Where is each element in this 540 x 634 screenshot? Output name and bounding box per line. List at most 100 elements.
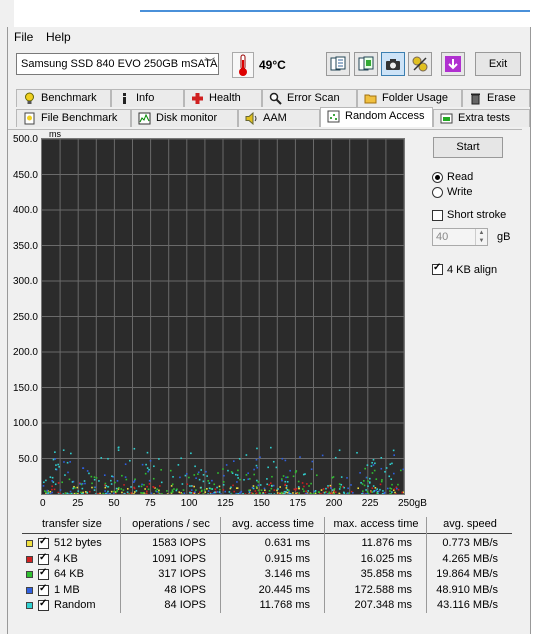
tab-error-scan[interactable]: Error Scan: [262, 89, 357, 107]
scatter-point: [219, 488, 221, 491]
short-stroke-checkbox[interactable]: [432, 210, 443, 221]
column-header: avg. access time: [232, 518, 314, 530]
scatter-point: [77, 490, 80, 492]
avg-access-cell: 3.146 ms: [264, 568, 310, 580]
scatter-point: [238, 457, 241, 460]
scatter-point: [53, 488, 56, 491]
ops-cell: 317 IOPS: [158, 568, 206, 580]
camera-icon: [386, 59, 400, 70]
tab-disk-monitor[interactable]: Disk monitor: [131, 109, 238, 127]
scatter-point: [288, 491, 291, 493]
series-visibility-checkbox[interactable]: [38, 567, 49, 580]
lightbulb-icon: [25, 92, 34, 104]
spinner-arrows-icon[interactable]: ▲ ▼: [475, 229, 487, 245]
series-visibility-checkbox[interactable]: [38, 536, 49, 549]
scatter-point: [202, 474, 205, 476]
align-4kb-checkbox[interactable]: [432, 262, 443, 275]
options-button[interactable]: [408, 52, 432, 76]
tab-benchmark[interactable]: Benchmark: [16, 89, 111, 107]
ops-cell: 48 IOPS: [164, 583, 206, 596]
scatter-point: [232, 460, 235, 462]
write-radio[interactable]: [432, 187, 443, 198]
scatter-point: [88, 490, 91, 493]
scatter-point: [216, 486, 218, 489]
tab-extra-tests[interactable]: Extra tests: [433, 109, 530, 127]
scatter-point: [365, 476, 368, 479]
scatter-point: [192, 491, 195, 494]
speed-cell: 48.910 MB/s: [436, 583, 498, 596]
save-button[interactable]: [441, 52, 465, 76]
scatter-point: [202, 493, 204, 494]
tab-label: Folder Usage: [382, 92, 449, 104]
scatter-point: [380, 456, 383, 459]
file-bulb-icon: [24, 112, 35, 125]
scatter-point: [327, 486, 329, 489]
scatter-point: [285, 487, 288, 489]
scatter-point: [171, 483, 174, 486]
menu-file[interactable]: File: [14, 30, 33, 44]
random-access-icon: [327, 110, 340, 123]
read-radio[interactable]: [432, 172, 443, 183]
scatter-point: [140, 485, 143, 488]
tab-label: AAM: [263, 112, 287, 124]
scatter-point: [116, 480, 119, 482]
scatter-point: [110, 490, 113, 493]
scatter-point: [107, 485, 109, 488]
scatter-point: [255, 492, 258, 494]
scatter-point: [141, 483, 143, 486]
start-button[interactable]: Start: [433, 137, 503, 158]
tab-aam[interactable]: AAM: [238, 109, 320, 127]
scatter-point: [256, 466, 259, 469]
series-color-swatch: [26, 571, 33, 578]
scatter-point: [268, 484, 270, 486]
scatter-point: [146, 467, 149, 469]
tab-erase[interactable]: Erase: [462, 89, 530, 107]
scatter-point: [326, 493, 329, 494]
tab-file-benchmark[interactable]: File Benchmark: [16, 109, 131, 127]
scatter-point: [125, 478, 128, 481]
scatter-point: [133, 447, 136, 450]
screenshot-button[interactable]: [381, 52, 405, 76]
scatter-point: [90, 475, 93, 478]
scatter-point: [198, 478, 201, 481]
scatter-point: [200, 490, 203, 493]
scatter-point: [252, 493, 254, 494]
scatter-point: [114, 481, 116, 484]
scatter-point: [236, 481, 238, 483]
scatter-point: [281, 478, 283, 480]
scatter-point: [348, 492, 350, 494]
scatter-point: [365, 489, 367, 491]
scatter-point: [214, 491, 216, 494]
y-tick-label: 150.0: [12, 382, 38, 394]
scatter-point: [148, 468, 150, 471]
scatter-point: [179, 476, 181, 479]
exit-button[interactable]: Exit: [475, 52, 521, 76]
short-stroke-spinner[interactable]: 40 ▲ ▼: [432, 228, 488, 246]
scatter-point: [195, 489, 197, 491]
scatter-point: [401, 491, 404, 494]
tab-info[interactable]: Info: [111, 89, 184, 107]
scatter-point: [371, 461, 373, 464]
speed-cell: 43.116 MB/s: [437, 599, 498, 611]
scatter-point: [361, 493, 364, 494]
scatter-point: [157, 491, 160, 493]
tab-health[interactable]: Health: [184, 89, 262, 107]
scatter-point: [329, 484, 332, 487]
copy-text-button[interactable]: [326, 52, 350, 76]
scatter-point: [255, 464, 258, 467]
menu-help[interactable]: Help: [46, 30, 71, 44]
drive-select[interactable]: Samsung SSD 840 EVO 250GB mSATA (2 ﹀: [16, 53, 219, 75]
series-visibility-checkbox[interactable]: [38, 552, 49, 565]
thermometer-icon: [232, 52, 254, 78]
tab-folder-usage[interactable]: Folder Usage: [357, 89, 462, 107]
scatter-point: [189, 491, 191, 494]
scatter-point: [93, 489, 96, 491]
scatter-point: [153, 465, 155, 468]
scatter-point: [256, 479, 258, 482]
series-visibility-checkbox[interactable]: [38, 598, 49, 611]
tab-random-access[interactable]: Random Access: [320, 107, 433, 127]
copy-all-button[interactable]: [354, 52, 378, 76]
scatter-point: [57, 463, 59, 466]
series-visibility-checkbox[interactable]: [38, 583, 49, 596]
max-access-cell: 35.858 ms: [360, 568, 412, 580]
